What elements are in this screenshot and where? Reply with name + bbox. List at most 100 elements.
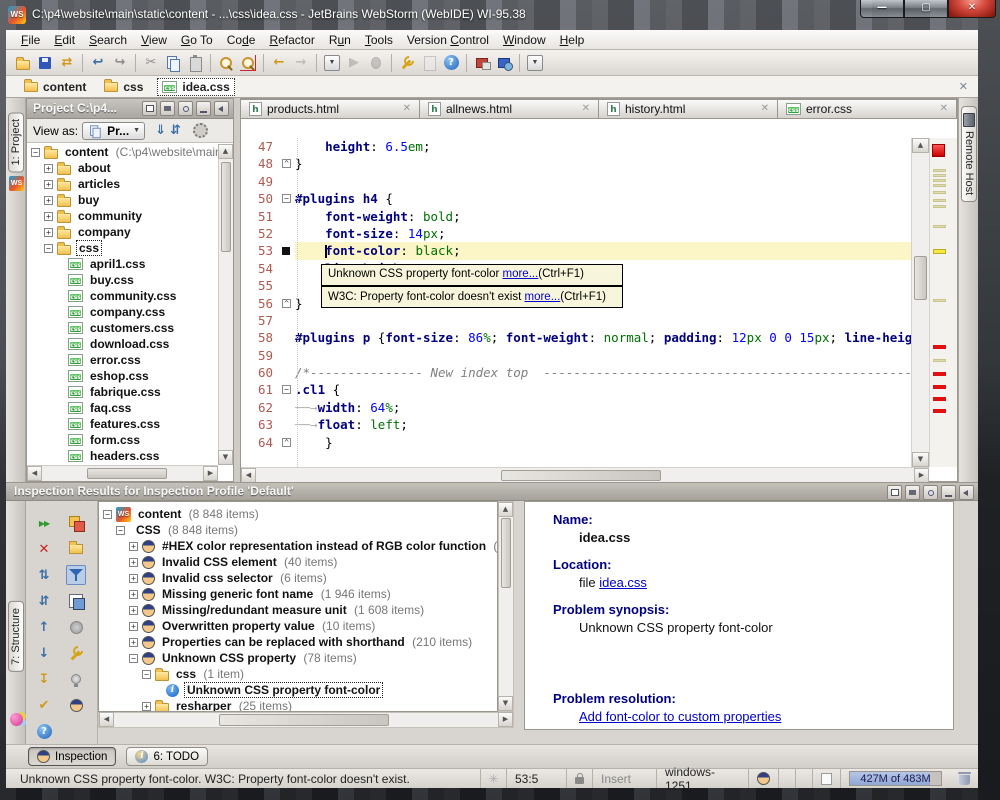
expand-icon[interactable]: + (129, 558, 138, 567)
settings-button[interactable] (396, 52, 418, 74)
find-in-path-button[interactable] (237, 52, 259, 74)
expand-icon[interactable]: + (129, 638, 138, 647)
filter-button[interactable] (66, 565, 86, 585)
tree-item-label[interactable]: resharper (25 items) (174, 699, 294, 712)
tree-item-label[interactable]: headers.css (88, 449, 161, 463)
stripe-mark-yellow[interactable] (933, 184, 946, 187)
collapse-icon[interactable]: − (103, 510, 112, 519)
editor-line-51[interactable]: 51 font-weight: bold; (241, 208, 911, 225)
breadcrumb-css[interactable]: css (100, 79, 147, 95)
collapse-icon[interactable]: − (31, 148, 40, 157)
fold-gutter[interactable] (279, 260, 295, 277)
menu-go-to[interactable]: Go To (174, 31, 220, 49)
expand-icon[interactable]: + (129, 542, 138, 551)
editor-line-63[interactable]: 63──→float: left; (241, 416, 911, 433)
group-by-directory-button[interactable] (66, 539, 86, 559)
status-checkbox[interactable] (812, 769, 840, 788)
fold-gutter[interactable] (279, 329, 295, 346)
line-text[interactable]: ──→float: left; (295, 416, 911, 433)
stripe-mark-yellow[interactable] (933, 299, 946, 302)
open-button[interactable] (12, 52, 34, 74)
fold-gutter[interactable] (279, 208, 295, 225)
editor-tab-history-html[interactable]: history.html✕ (599, 99, 778, 119)
tree-item-label[interactable]: Properties can be replaced with shorthan… (160, 635, 474, 649)
stripe-mark-yellow[interactable] (933, 359, 946, 362)
tree-item-label[interactable]: fabrique.css (88, 385, 163, 399)
menu-version-control[interactable]: Version Control (400, 31, 496, 49)
fold-gutter[interactable] (279, 364, 295, 381)
expand-icon[interactable]: + (129, 590, 138, 599)
tree-item-buy-css[interactable]: buy.css (27, 272, 218, 288)
insert-mode-indicator[interactable]: Insert (592, 769, 656, 788)
tree-item-april1-css[interactable]: april1.css (27, 256, 218, 272)
tree-item-label[interactable]: features.css (88, 417, 162, 431)
tree-item-download-css[interactable]: download.css (27, 336, 218, 352)
editor-vertical-scrollbar[interactable]: ▲ ▼ (911, 138, 929, 467)
tree-item-label[interactable]: Missing/redundant measure unit (1 608 it… (160, 603, 426, 617)
tree-item-label[interactable]: Overwritten property value (10 items) (160, 619, 377, 633)
tree-item-content[interactable]: −content (C:\p4\website\main\ (27, 144, 218, 160)
tree-item-invalid-css-selector[interactable]: +Invalid css selector (6 items) (99, 570, 497, 586)
tree-item-css[interactable]: − css (27, 240, 218, 256)
stripe-mark-yellow[interactable] (933, 179, 946, 182)
inspection-vertical-scrollbar[interactable]: ▲ ▼ (498, 501, 514, 712)
line-number[interactable]: 56 (241, 295, 279, 312)
copy-button[interactable] (162, 52, 184, 74)
quick-fix-button[interactable] (66, 643, 86, 663)
apply-fix-button[interactable]: ✔ (34, 695, 54, 715)
tree-item-css[interactable]: −css (1 item) (99, 666, 497, 682)
editor-tab-products-html[interactable]: products.html✕ (241, 99, 420, 119)
tree-item-articles[interactable]: +articles (27, 176, 218, 192)
tree-item-label[interactable]: april1.css (88, 257, 147, 271)
edit-profile-button[interactable] (66, 695, 86, 715)
tree-item-company-css[interactable]: company.css (27, 304, 218, 320)
tree-item-properties-can-be-replaced-with-shorthand[interactable]: + Properties can be replaced with shortha… (99, 634, 497, 650)
tree-item-label[interactable]: eshop.css (88, 369, 151, 383)
project-vertical-scrollbar[interactable]: ▲ ▼ (218, 144, 233, 465)
line-number[interactable]: 55 (241, 277, 279, 294)
expand-icon[interactable]: + (44, 196, 53, 205)
fold-gutter[interactable] (279, 138, 295, 155)
line-text[interactable]: font-size: 14px; (295, 225, 911, 242)
more-dropdown-button[interactable]: ▼ (524, 52, 546, 74)
stripe-mark-yellow[interactable] (933, 191, 946, 194)
dock-panel-icon[interactable] (160, 101, 175, 116)
tree-item-buy[interactable]: +buy (27, 192, 218, 208)
tree-item-community-css[interactable]: community.css (27, 288, 218, 304)
collapse-icon[interactable]: − (44, 244, 53, 253)
line-number[interactable]: 57 (241, 312, 279, 329)
line-number[interactable]: 53 (241, 242, 279, 259)
float-panel-icon[interactable] (887, 485, 902, 500)
redo-button[interactable]: ↪ (109, 52, 131, 74)
tree-item-headers-css[interactable]: headers.css (27, 448, 218, 464)
hector-button[interactable] (66, 669, 86, 689)
line-text[interactable] (295, 173, 911, 190)
rerun-inspection-button[interactable]: ▶▶ (34, 513, 54, 533)
line-text[interactable]: font-color: black; (295, 242, 911, 259)
line-text[interactable] (295, 312, 911, 329)
stripe-mark-red[interactable] (933, 345, 946, 349)
line-number[interactable]: 54 (241, 260, 279, 277)
menu-search[interactable]: Search (82, 31, 134, 49)
fold-gutter[interactable]: ^ (279, 295, 295, 312)
undo-button[interactable]: ↩ (87, 52, 109, 74)
export-button[interactable]: ↧ (34, 669, 54, 689)
tree-item-unknown-css-property[interactable]: −Unknown CSS property (78 items) (99, 650, 497, 666)
tree-item-label[interactable]: css (1 item) (174, 667, 246, 681)
tree-item-resharper[interactable]: +resharper (25 items) (99, 698, 497, 712)
tree-item-fabrique-css[interactable]: fabrique.css (27, 384, 218, 400)
tree-item-label[interactable]: content (8 848 items) (136, 507, 261, 521)
synchronize-button[interactable]: ⇄ (56, 52, 78, 74)
tree-item-label[interactable]: community.css (88, 289, 178, 303)
tree-item-label[interactable]: css (76, 240, 102, 256)
title-bar[interactable]: WS C:\p4\website\main\static\content - .… (0, 0, 1000, 30)
download-button[interactable] (493, 52, 515, 74)
fold-gutter[interactable] (279, 242, 295, 259)
todo-toolwindow-button[interactable]: 6: TODO (126, 747, 208, 766)
line-text[interactable] (295, 347, 911, 364)
fold-gutter[interactable] (279, 347, 295, 364)
tree-item-label[interactable]: Unknown CSS property (78 items) (160, 651, 359, 665)
editor-line-57[interactable]: 57 (241, 312, 911, 329)
menu-run[interactable]: Run (322, 31, 358, 49)
error-stripe[interactable] (929, 138, 957, 467)
